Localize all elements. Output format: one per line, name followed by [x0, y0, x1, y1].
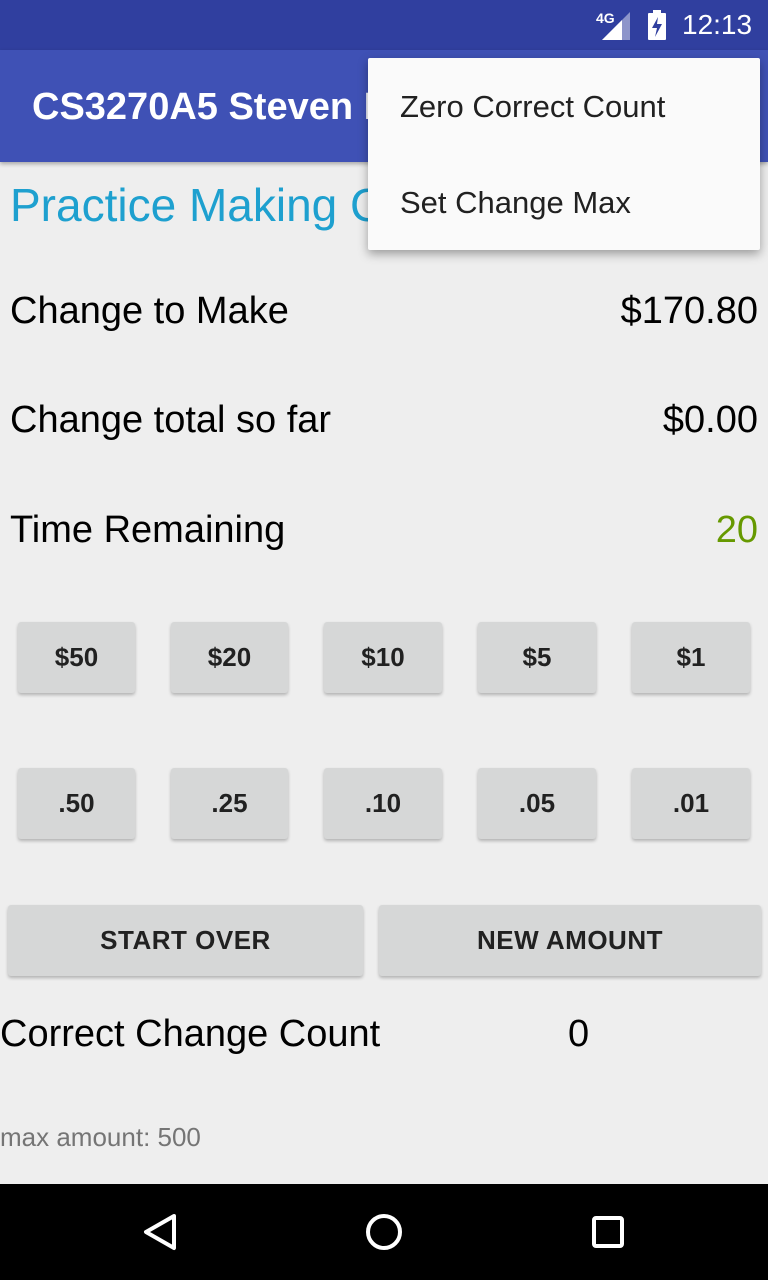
correct-count-value: 0: [568, 1013, 590, 1055]
change-to-make-value: $170.80: [620, 290, 758, 332]
signal-icon: [602, 12, 630, 40]
coin-05-button[interactable]: .05: [478, 768, 596, 839]
status-bar: 4G 12:13: [0, 0, 768, 50]
correct-count-label: Correct Change Count: [0, 1013, 381, 1055]
new-amount-button[interactable]: NEW AMOUNT: [379, 905, 761, 976]
coin-50-button[interactable]: .50: [18, 768, 135, 839]
change-total-value: $0.00: [662, 399, 758, 441]
time-remaining-value: 20: [715, 509, 758, 551]
clock: 12:13: [682, 9, 753, 40]
bill-1-button[interactable]: $1: [632, 622, 750, 693]
home-button[interactable]: [336, 1184, 432, 1280]
max-amount-text: max amount: 500: [0, 1122, 201, 1152]
menu-item-zero-correct-count[interactable]: Zero Correct Count: [400, 89, 665, 125]
recents-button[interactable]: [560, 1184, 656, 1280]
recents-icon: [592, 1216, 624, 1248]
coin-01-button[interactable]: .01: [632, 768, 750, 839]
bill-50-button[interactable]: $50: [18, 622, 135, 693]
overflow-menu: Zero Correct Count Set Change Max: [368, 58, 760, 250]
bill-20-button[interactable]: $20: [171, 622, 288, 693]
home-icon: [366, 1214, 402, 1250]
time-remaining-label: Time Remaining: [10, 509, 286, 551]
change-total-label: Change total so far: [10, 399, 332, 441]
menu-item-set-change-max[interactable]: Set Change Max: [400, 185, 631, 221]
navigation-bar: [0, 1184, 768, 1280]
battery-charging-icon: [648, 10, 666, 40]
back-button[interactable]: [112, 1184, 208, 1280]
bill-5-button[interactable]: $5: [478, 622, 596, 693]
coin-25-button[interactable]: .25: [171, 768, 288, 839]
change-to-make-label: Change to Make: [10, 290, 289, 332]
back-icon: [144, 1214, 176, 1250]
start-over-button[interactable]: START OVER: [8, 905, 363, 976]
bill-10-button[interactable]: $10: [324, 622, 442, 693]
coin-10-button[interactable]: .10: [324, 768, 442, 839]
